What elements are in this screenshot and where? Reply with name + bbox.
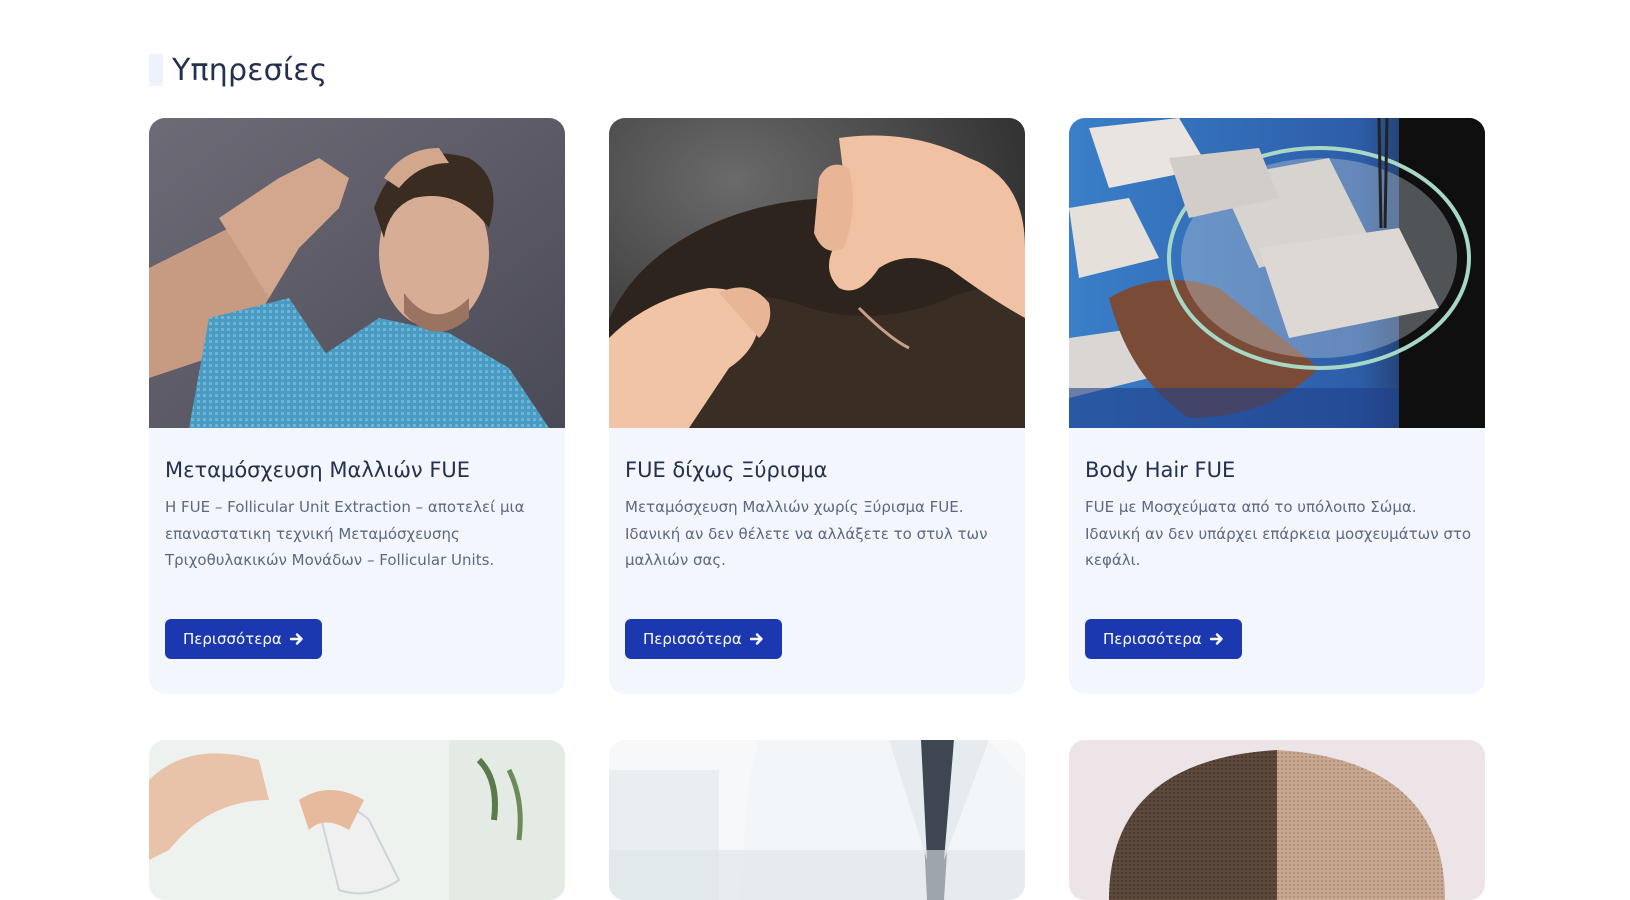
man-touching-hair-photo — [149, 118, 565, 428]
more-button-label: Περισσότερα — [1103, 630, 1202, 648]
card-image-doctor — [609, 740, 1025, 900]
arrow-right-icon — [749, 633, 763, 645]
card-image-device — [149, 740, 565, 900]
service-card-row2-3 — [1069, 740, 1485, 900]
card-description: FUE με Μοσχεύματα από το υπόλοιπο Σώμα. … — [1085, 498, 1472, 569]
card-description: Η FUE – Follicular Unit Extraction – απο… — [165, 498, 525, 569]
service-card-fue: Μεταμόσχευση Μαλλιών FUE Η FUE – Follicu… — [149, 118, 565, 694]
service-card-body-hair: Body Hair FUE FUE με Μοσχεύματα από το υ… — [1069, 118, 1485, 694]
more-button-label: Περισσότερα — [643, 630, 742, 648]
more-button[interactable]: Περισσότερα — [165, 619, 322, 659]
service-card-row2-1 — [149, 740, 565, 900]
section-heading: Υπηρεσίες — [149, 52, 327, 88]
grafts-petri-dish-photo — [1069, 118, 1485, 428]
heading-accent-bar — [149, 54, 163, 86]
card-description: Μεταμόσχευση Μαλλιών χωρίς Ξύρισμα FUE. … — [625, 498, 988, 569]
card-image-hands-in-hair — [609, 118, 1025, 428]
arrow-right-icon — [289, 633, 303, 645]
shaved-head-photo — [1069, 740, 1485, 900]
card-image-man-touching-hair — [149, 118, 565, 428]
arrow-right-icon — [1209, 633, 1223, 645]
service-card-row2-2 — [609, 740, 1025, 900]
doctor-photo — [609, 740, 1025, 900]
services-section: Υπηρεσίες Μεταμόσχευση Μαλλιών FUE Η FUE… — [0, 0, 1630, 900]
card-title: Body Hair FUE — [1085, 458, 1236, 482]
card-image-grafts — [1069, 118, 1485, 428]
hands-parting-hair-photo — [609, 118, 1025, 428]
more-button[interactable]: Περισσότερα — [1085, 619, 1242, 659]
card-title: FUE δίχως Ξύρισμα — [625, 458, 828, 482]
page-title: Υπηρεσίες — [172, 52, 328, 88]
more-button-label: Περισσότερα — [183, 630, 282, 648]
card-title: Μεταμόσχευση Μαλλιών FUE — [165, 458, 471, 482]
service-card-no-shave: FUE δίχως Ξύρισμα Μεταμόσχευση Μαλλιών χ… — [609, 118, 1025, 694]
more-button[interactable]: Περισσότερα — [625, 619, 782, 659]
hair-device-photo — [149, 740, 565, 900]
card-image-shaved-head — [1069, 740, 1485, 900]
